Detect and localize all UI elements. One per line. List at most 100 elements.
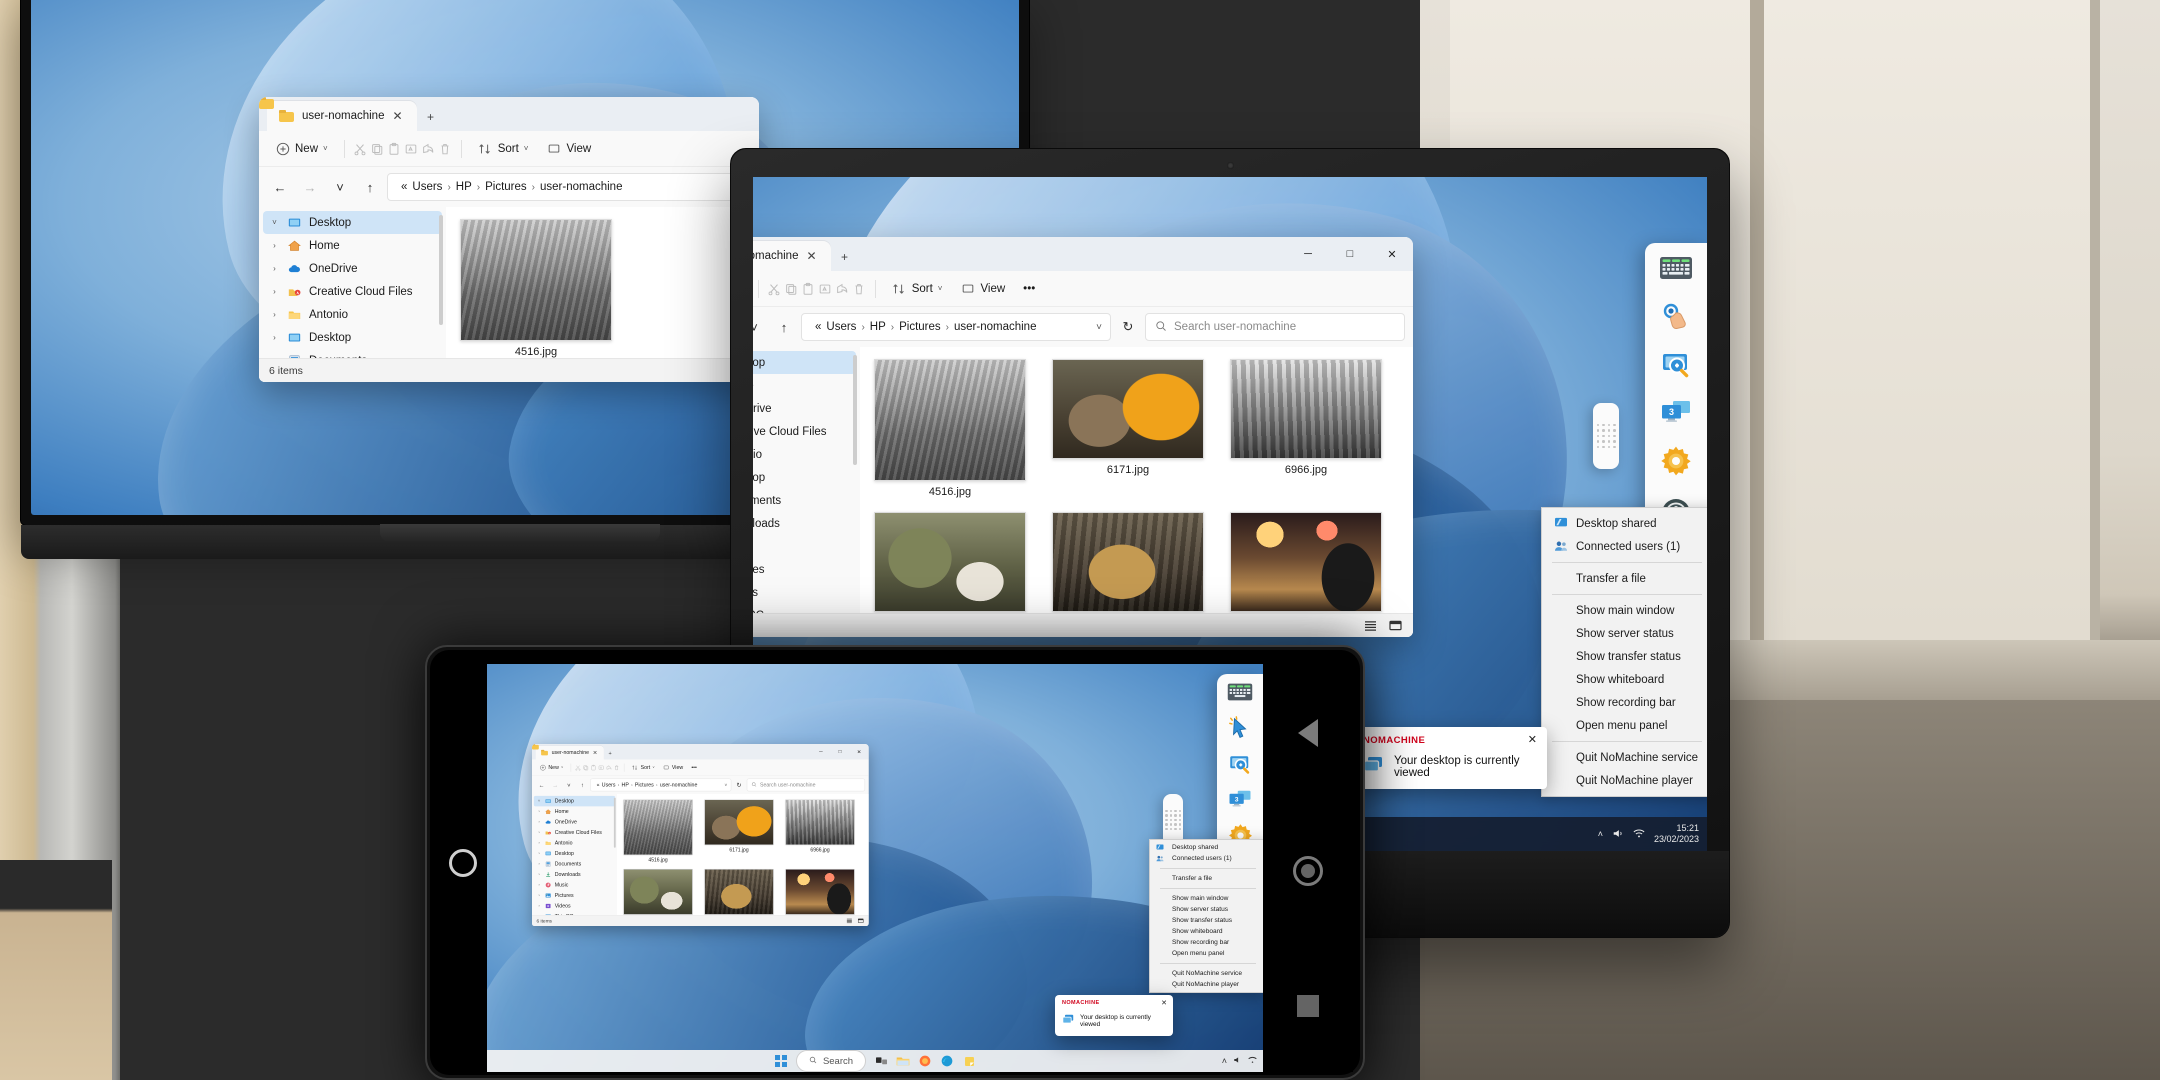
recent-locations-button[interactable]: ˅ [327, 174, 353, 200]
nomachine-context-menu[interactable]: Desktop shared Connected users (1) Transfe… [1149, 839, 1263, 993]
nav-item-documents[interactable]: ›Documents [534, 859, 615, 869]
nomachine-toolbar-grip[interactable] [1593, 403, 1619, 469]
chevron-right-icon[interactable]: › [269, 264, 280, 273]
maximize-button[interactable]: □ [1329, 237, 1371, 271]
chevron-down-icon[interactable]: ˅ [269, 218, 280, 227]
paste-icon[interactable] [387, 141, 402, 156]
back-button[interactable]: ← [536, 779, 548, 791]
trash-icon[interactable] [438, 141, 453, 156]
close-button[interactable]: ✕ [850, 744, 869, 759]
back-button[interactable]: ← [267, 174, 293, 200]
refresh-button[interactable]: ↻ [733, 779, 745, 791]
menu-item-connected-users-1[interactable]: Connected users (1) [1542, 535, 1707, 558]
nav-item-creative-cloud-files[interactable]: ›Creative Cloud Files [753, 420, 856, 443]
menu-item-quit-nomachine-service[interactable]: Quit NoMachine service [1150, 968, 1263, 979]
search-input[interactable]: Search user-nomachine [746, 778, 866, 792]
up-button[interactable]: ↑ [771, 314, 797, 340]
nav-item-desktop[interactable]: › Desktop [534, 848, 615, 858]
tab-close-icon[interactable]: ✕ [593, 749, 598, 755]
file-tile[interactable]: 6171.jpg [704, 799, 774, 863]
nav-item-onedrive[interactable]: ›OneDrive [534, 817, 615, 827]
chevron-right-icon[interactable]: › [537, 841, 542, 845]
nav-scrollbar[interactable] [439, 215, 443, 325]
breadcrumb-item-2[interactable]: Pictures [899, 321, 941, 333]
navigation-pane[interactable]: ˅Desktop›Home›OneDrive›Creative Cloud Fi… [753, 347, 860, 613]
nomachine-toolbar[interactable]: 3 [1645, 243, 1707, 543]
menu-item-show-server-status[interactable]: Show server status [1542, 622, 1707, 645]
chevron-right-icon[interactable]: › [537, 904, 542, 908]
nomachine-notification[interactable]: NOMACHINE ✕ Your desktop is currently vi… [1055, 995, 1173, 1036]
breadcrumb-item-1[interactable]: HP [870, 321, 886, 333]
share-icon[interactable] [835, 281, 850, 296]
recent-locations-button[interactable]: ˅ [753, 314, 767, 340]
menu-item-show-whiteboard[interactable]: Show whiteboard [1542, 668, 1707, 691]
nav-item-home[interactable]: › Home [534, 806, 615, 816]
menu-item-show-main-window[interactable]: Show main window [1150, 893, 1263, 904]
file-tile[interactable]: 9256.jpg [1230, 512, 1382, 613]
nav-item-antonio[interactable]: ›Antonio [263, 303, 442, 326]
nav-item-creative-cloud-files[interactable]: ›Creative Cloud Files [263, 280, 442, 303]
share-icon[interactable] [421, 141, 436, 156]
view-button[interactable]: View [952, 276, 1013, 302]
chevron-right-icon[interactable]: › [537, 893, 542, 897]
rename-icon[interactable] [404, 141, 419, 156]
file-tile[interactable]: 4516.jpg [623, 799, 693, 863]
sort-button[interactable]: Sort ˅ [470, 136, 537, 162]
nav-item-onedrive[interactable]: ›OneDrive [753, 397, 856, 420]
up-button[interactable]: ↑ [357, 174, 383, 200]
displays-icon[interactable]: 3 [1228, 789, 1252, 809]
menu-item-open-menu-panel[interactable]: Open menu panel [1150, 948, 1263, 959]
maximize-button[interactable]: □ [830, 744, 849, 759]
new-tab-button[interactable]: + [841, 250, 848, 264]
share-icon[interactable] [606, 764, 613, 771]
nav-item-antonio[interactable]: ›Antonio [753, 443, 856, 466]
tray-chevron-icon[interactable]: ˄ [1598, 829, 1603, 839]
menu-item-transfer-a-file[interactable]: Transfer a file [1542, 567, 1707, 590]
nav-item-videos[interactable]: ›Videos [753, 581, 856, 604]
explorer-tab[interactable]: user-nomachine ✕ [753, 241, 831, 271]
menu-item-show-main-window[interactable]: Show main window [1542, 599, 1707, 622]
nav-item-desktop[interactable]: ˅ Desktop [533, 795, 616, 807]
breadcrumb-item-2[interactable]: Pictures [485, 181, 527, 193]
back-nav-icon[interactable] [1298, 718, 1318, 747]
task-view-icon[interactable] [874, 1054, 888, 1068]
nav-item-desktop[interactable]: › Desktop [263, 326, 442, 349]
new-tab-button[interactable]: + [427, 110, 434, 124]
pointer-icon[interactable] [1660, 301, 1692, 331]
firefox-icon[interactable] [918, 1054, 932, 1068]
breadcrumb-item-3[interactable]: user-nomachine [540, 181, 622, 193]
menu-item-open-menu-panel[interactable]: Open menu panel [1542, 714, 1707, 737]
trash-icon[interactable] [613, 764, 620, 771]
gear-icon[interactable] [1660, 445, 1692, 477]
menu-item-show-recording-bar[interactable]: Show recording bar [1542, 691, 1707, 714]
tray-chevron-icon[interactable]: ˄ [1222, 1056, 1227, 1066]
tab-close-icon[interactable]: ✕ [392, 109, 402, 123]
file-tile[interactable]: 9256.jpg [785, 869, 855, 915]
keyboard-icon[interactable] [1659, 255, 1693, 281]
scissors-icon[interactable] [353, 141, 368, 156]
rename-icon[interactable] [598, 764, 605, 771]
start-icon[interactable] [774, 1054, 788, 1068]
nav-item-this-pc[interactable]: ›This PC [753, 604, 856, 614]
copy-icon[interactable] [370, 141, 385, 156]
breadcrumb[interactable]: « Users › HP › Pictures › user-nomachine… [801, 313, 1111, 341]
chevron-right-icon[interactable]: › [537, 872, 542, 876]
close-button[interactable]: ✕ [1371, 237, 1413, 271]
breadcrumb-item-2[interactable]: Pictures [635, 782, 654, 787]
breadcrumb-item-3[interactable]: user-nomachine [954, 321, 1036, 333]
menu-item-desktop-shared[interactable]: Desktop shared [1542, 512, 1707, 535]
breadcrumb-item-0[interactable]: Users [412, 181, 442, 193]
navigation-pane[interactable]: ˅Desktop›Home›OneDrive›Creative Cloud Fi… [259, 207, 446, 382]
list-view-icon[interactable] [845, 918, 852, 924]
navigation-pane[interactable]: ˅Desktop›Home›OneDrive›Creative Cloud Fi… [532, 794, 618, 916]
taskbar-clock[interactable]: 15:21 23/02/2023 [1654, 823, 1699, 846]
chevron-right-icon[interactable]: › [537, 851, 542, 855]
breadcrumb-item-1[interactable]: HP [456, 181, 472, 193]
keyboard-icon[interactable] [1227, 682, 1253, 702]
zoom-icon[interactable] [1228, 754, 1252, 775]
nav-item-downloads[interactable]: ›Downloads [753, 512, 856, 535]
file-tile[interactable]: 7512_19.jpg [623, 869, 693, 915]
explorer-tab[interactable]: user-nomachine ✕ [535, 745, 604, 760]
nav-item-documents[interactable]: ›Documents [753, 489, 856, 512]
chevron-right-icon[interactable]: › [537, 810, 542, 814]
